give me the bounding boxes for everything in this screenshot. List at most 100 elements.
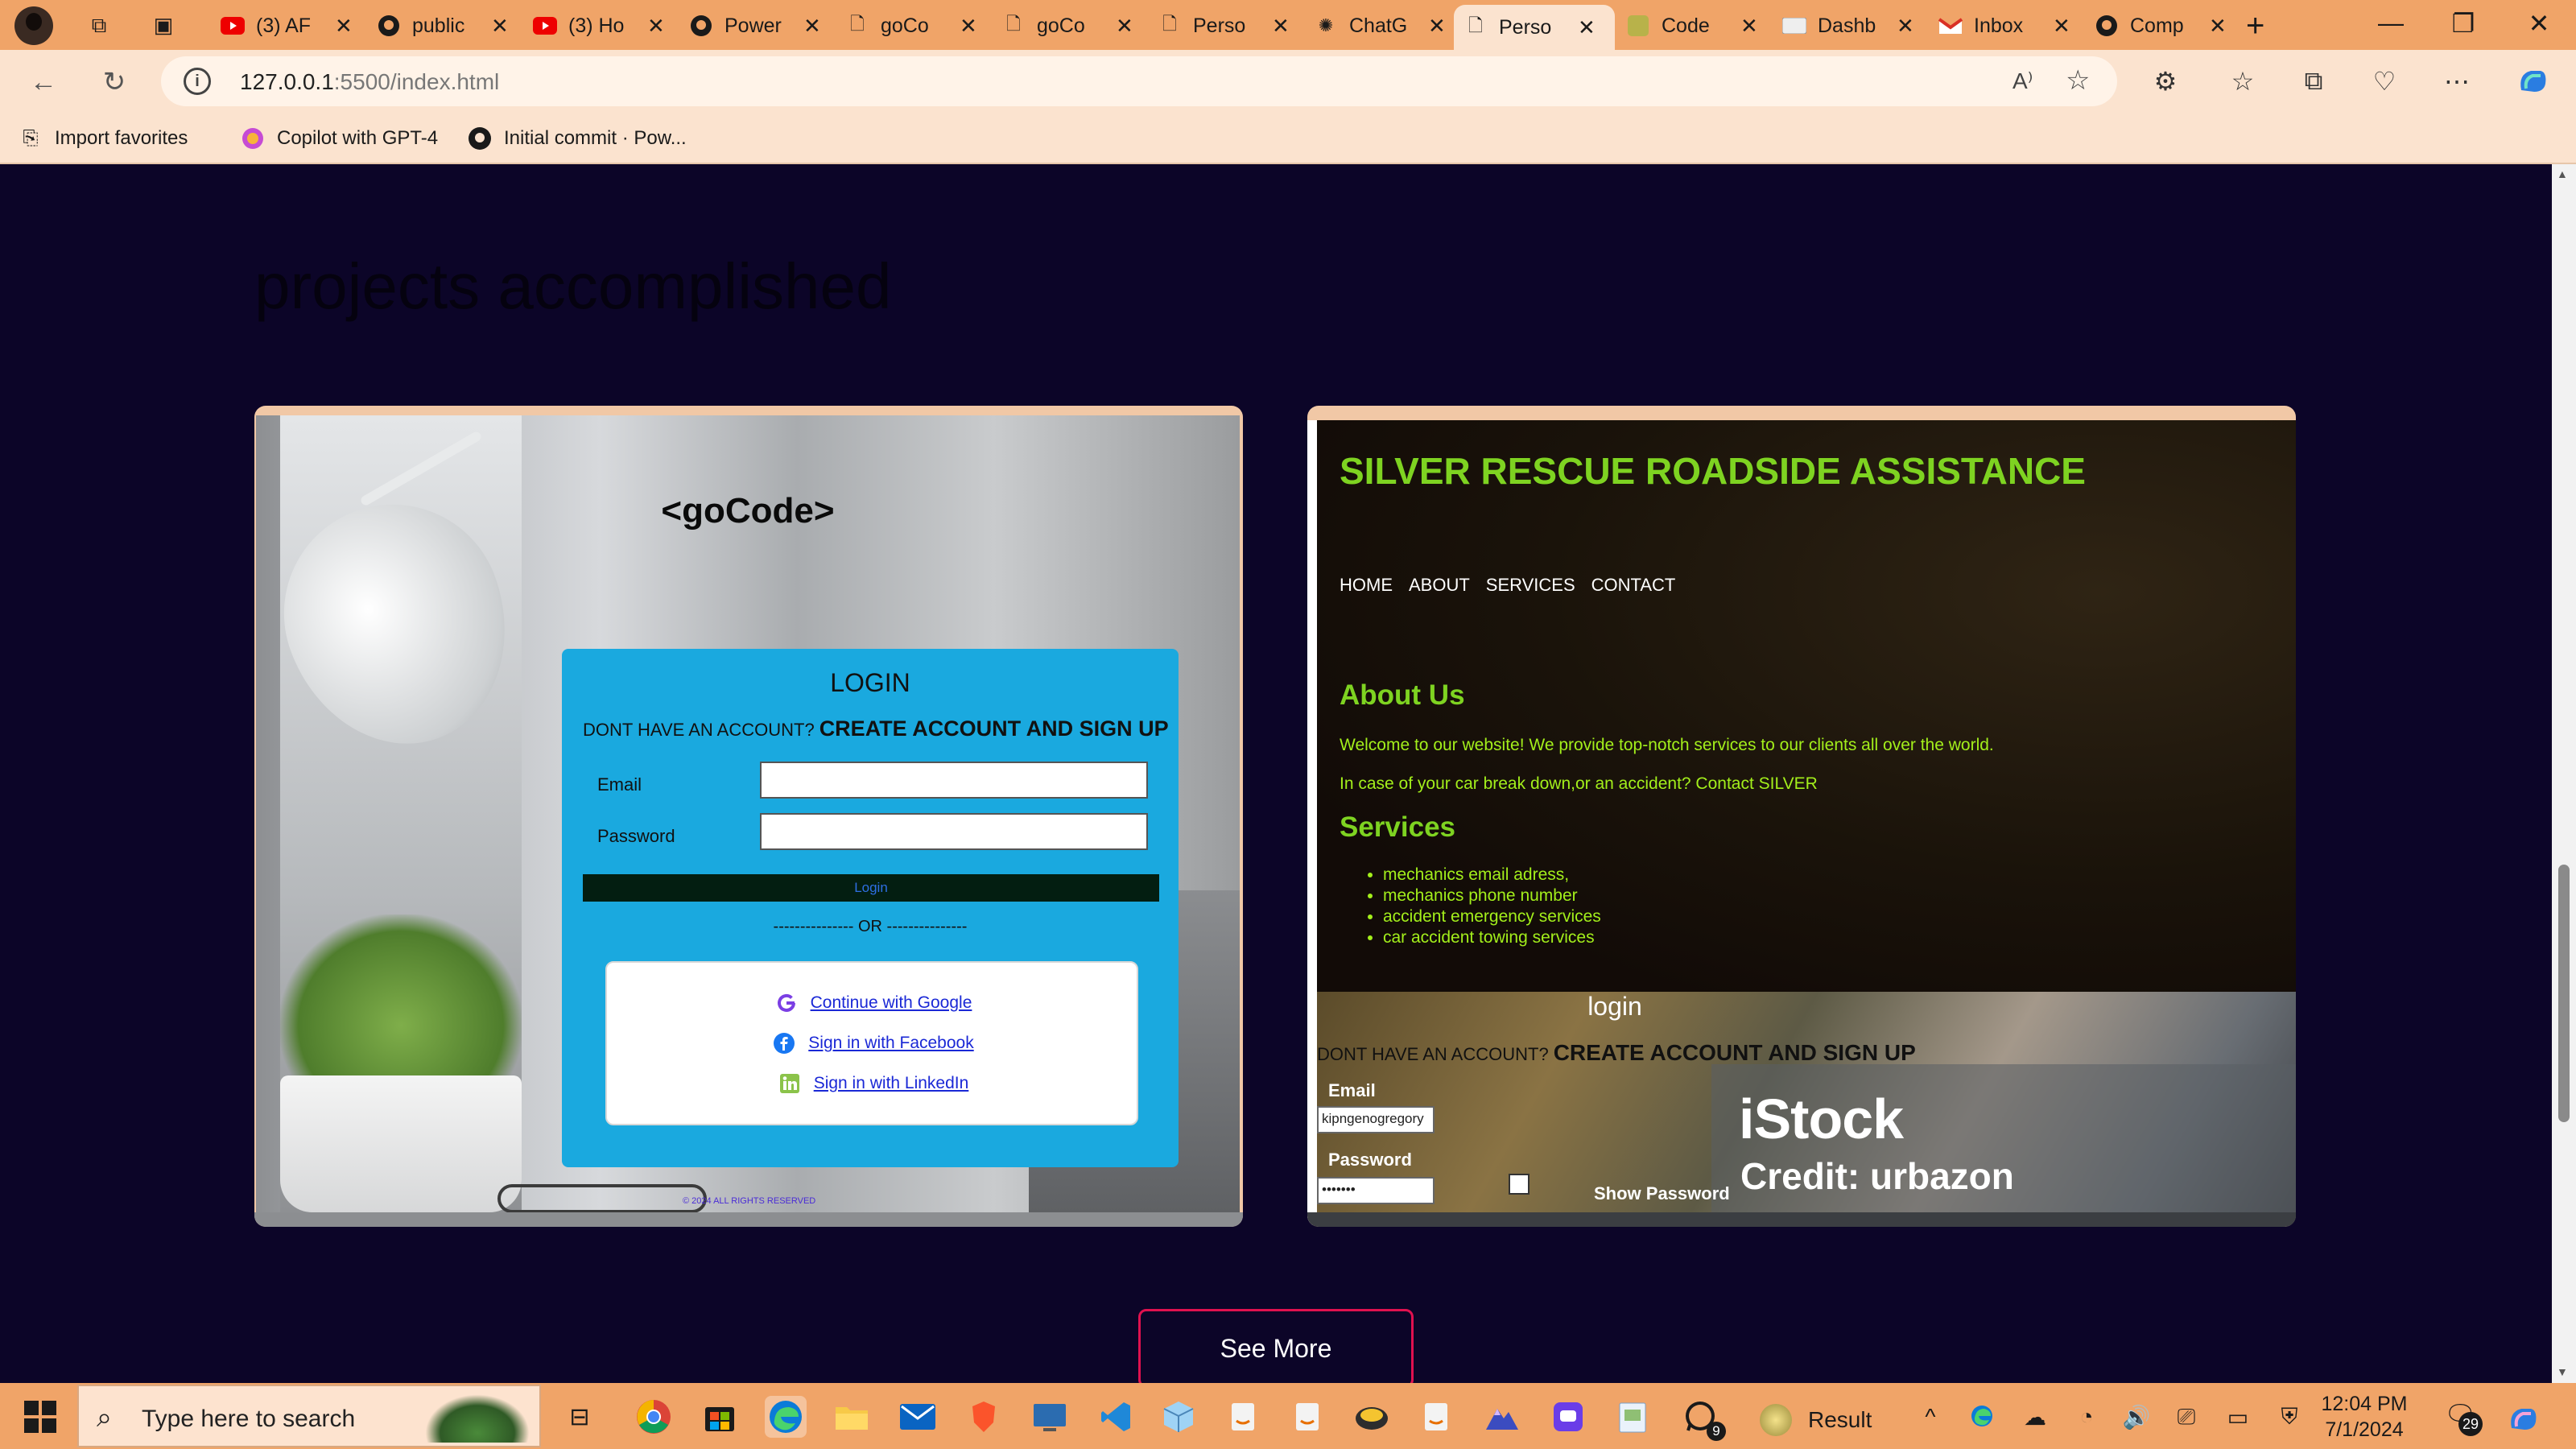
browser-essentials-icon[interactable]: ♡ [2367, 66, 2402, 97]
close-tab-icon[interactable]: ✕ [491, 14, 509, 39]
tab-1[interactable]: (3) AF ✕ [211, 6, 362, 45]
chrome-icon[interactable] [633, 1396, 675, 1438]
favorite-import[interactable]: ⎘ Import favorites [18, 126, 188, 151]
tab-13[interactable]: Comp ✕ [2085, 6, 2236, 45]
tab-5[interactable]: 🗋 goCo ✕ [836, 6, 987, 45]
google-login-link[interactable]: Continue with Google [607, 992, 1140, 1014]
new-tab-icon[interactable]: + [2246, 8, 2264, 44]
project-card-silver-rescue[interactable]: SILVER RESCUE ROADSIDE ASSISTANCE HOME A… [1307, 406, 2296, 1227]
scroll-down-arrow-icon[interactable]: ▼ [2557, 1365, 2568, 1378]
nav-services[interactable]: SERVICES [1486, 575, 1575, 596]
close-tab-icon[interactable]: ✕ [1116, 14, 1133, 39]
more-menu-icon[interactable]: ⋯ [2439, 66, 2475, 97]
close-tab-icon[interactable]: ✕ [803, 14, 821, 39]
nav-about[interactable]: ABOUT [1409, 575, 1470, 596]
favorite-star-icon[interactable]: ☆ [2066, 64, 2090, 97]
minimize-icon[interactable]: — [2367, 8, 2415, 38]
java-icon[interactable] [1415, 1396, 1457, 1438]
close-tab-icon[interactable]: ✕ [647, 14, 665, 39]
start-button[interactable] [24, 1401, 56, 1433]
mountain-app-icon[interactable] [1481, 1396, 1523, 1438]
linkedin-login-link[interactable]: Sign in with LinkedIn [607, 1072, 1140, 1095]
wsl-icon[interactable] [1351, 1396, 1393, 1438]
favorite-copilot[interactable]: Copilot with GPT-4 [240, 126, 438, 151]
url-text[interactable]: 127.0.0.1:5500/index.html [240, 69, 499, 95]
create-account-link[interactable]: CREATE ACCOUNT AND SIGN UP [1554, 1040, 1916, 1065]
remote-desktop-icon[interactable] [1029, 1396, 1071, 1438]
tab-11[interactable]: Dashb ✕ [1773, 6, 1924, 45]
password-field[interactable]: ••••••• [1317, 1177, 1435, 1204]
tab-3[interactable]: (3) Ho ✕ [523, 6, 675, 45]
collections-icon[interactable]: ⧉ [2296, 66, 2331, 97]
favorite-initial-commit[interactable]: Initial commit · Pow... [467, 126, 687, 151]
address-bar[interactable]: i 127.0.0.1:5500/index.html A⁾ ☆ [161, 56, 2117, 106]
close-window-icon[interactable]: ✕ [2515, 8, 2563, 39]
java-icon[interactable] [1222, 1396, 1264, 1438]
mail-icon[interactable] [897, 1396, 939, 1438]
vscode-icon[interactable] [1095, 1396, 1137, 1438]
close-tab-icon[interactable]: ✕ [1272, 14, 1290, 39]
copilot-taskbar-icon[interactable] [2507, 1404, 2539, 1439]
copilot-icon[interactable] [2515, 66, 2550, 101]
wifi-icon[interactable]: ◔ [2070, 1404, 2103, 1430]
meet-now-icon[interactable]: ⎚ [2170, 1404, 2202, 1430]
back-icon[interactable]: ← [26, 64, 61, 100]
show-password-checkbox[interactable] [1509, 1174, 1530, 1195]
tab-2[interactable]: public ✕ [367, 6, 518, 45]
battery-icon[interactable]: ▭ [2222, 1404, 2254, 1430]
scroll-up-arrow-icon[interactable]: ▲ [2557, 167, 2568, 180]
java-icon[interactable] [1286, 1396, 1328, 1438]
tab-6[interactable]: 🗋 goCo ✕ [992, 6, 1143, 45]
taskbar-clock[interactable]: 12:04 PM 7/1/2024 [2312, 1391, 2417, 1443]
close-tab-icon[interactable]: ✕ [1897, 14, 1914, 39]
nav-contact[interactable]: CONTACT [1591, 575, 1676, 596]
restore-icon[interactable]: ❐ [2439, 8, 2487, 39]
close-tab-icon[interactable]: ✕ [1578, 15, 1596, 40]
edge-tray-icon[interactable] [1966, 1404, 1998, 1434]
taskbar-result-app[interactable]: Result [1760, 1404, 1872, 1436]
tab-10[interactable]: Code ✕ [1616, 6, 1768, 45]
whatsapp-icon[interactable]: 9 [1679, 1396, 1726, 1441]
close-tab-icon[interactable]: ✕ [1740, 14, 1758, 39]
project-card-gocode[interactable]: <goCode> LOGIN DONT HAVE AN ACCOUNT? CREA… [254, 406, 1243, 1227]
email-field[interactable]: kipngenogregory [1317, 1106, 1435, 1133]
refresh-icon[interactable]: ↻ [97, 64, 132, 100]
close-tab-icon[interactable]: ✕ [960, 14, 977, 39]
extensions-icon[interactable]: ⚙ [2148, 66, 2183, 97]
file-explorer-icon[interactable] [831, 1396, 873, 1438]
close-tab-icon[interactable]: ✕ [1428, 14, 1446, 39]
brave-icon[interactable] [963, 1396, 1005, 1438]
tab-9-active[interactable]: 🗋 Perso ✕ [1454, 5, 1615, 50]
chat-app-icon[interactable] [1547, 1396, 1589, 1438]
close-tab-icon[interactable]: ✕ [2053, 14, 2070, 39]
close-tab-icon[interactable]: ✕ [335, 14, 353, 39]
see-more-button[interactable]: See More [1138, 1309, 1414, 1383]
page-scrollbar[interactable]: ▲ ▼ [2552, 164, 2576, 1383]
notifications-icon[interactable]: 🗨 29 [2444, 1399, 2483, 1436]
password-field[interactable] [760, 813, 1148, 850]
tab-4[interactable]: Power ✕ [679, 6, 831, 45]
create-account-link[interactable]: CREATE ACCOUNT AND SIGN UP [819, 716, 1169, 741]
profile-avatar[interactable] [14, 6, 53, 45]
tab-12[interactable]: Inbox ✕ [1929, 6, 2080, 45]
facebook-login-link[interactable]: Sign in with Facebook [607, 1032, 1140, 1055]
workspaces-icon[interactable]: ⧉ [85, 11, 113, 39]
close-tab-icon[interactable]: ✕ [2209, 14, 2227, 39]
site-info-icon[interactable]: i [184, 68, 211, 95]
favorites-icon[interactable]: ☆ [2225, 66, 2260, 97]
email-field[interactable] [760, 762, 1148, 799]
volume-icon[interactable]: 🔊 [2120, 1404, 2153, 1430]
vertical-tabs-icon[interactable]: ▣ [150, 11, 177, 39]
show-hidden-icons-icon[interactable]: ^ [1914, 1404, 1946, 1430]
notepad-icon[interactable] [1612, 1396, 1653, 1438]
store-icon[interactable] [699, 1396, 741, 1438]
edge-icon[interactable] [765, 1396, 807, 1438]
security-icon[interactable]: ⛨ [2273, 1404, 2306, 1430]
taskbar-search[interactable]: ⌕ Type here to search [77, 1385, 541, 1447]
tab-7[interactable]: 🗋 Perso ✕ [1148, 6, 1299, 45]
nav-home[interactable]: HOME [1340, 575, 1393, 596]
cube-icon[interactable] [1158, 1396, 1199, 1438]
scrollbar-thumb[interactable] [2558, 865, 2570, 1122]
onedrive-icon[interactable]: ☁ [2019, 1404, 2051, 1430]
tab-8[interactable]: ✺ ChatG ✕ [1304, 6, 1455, 45]
